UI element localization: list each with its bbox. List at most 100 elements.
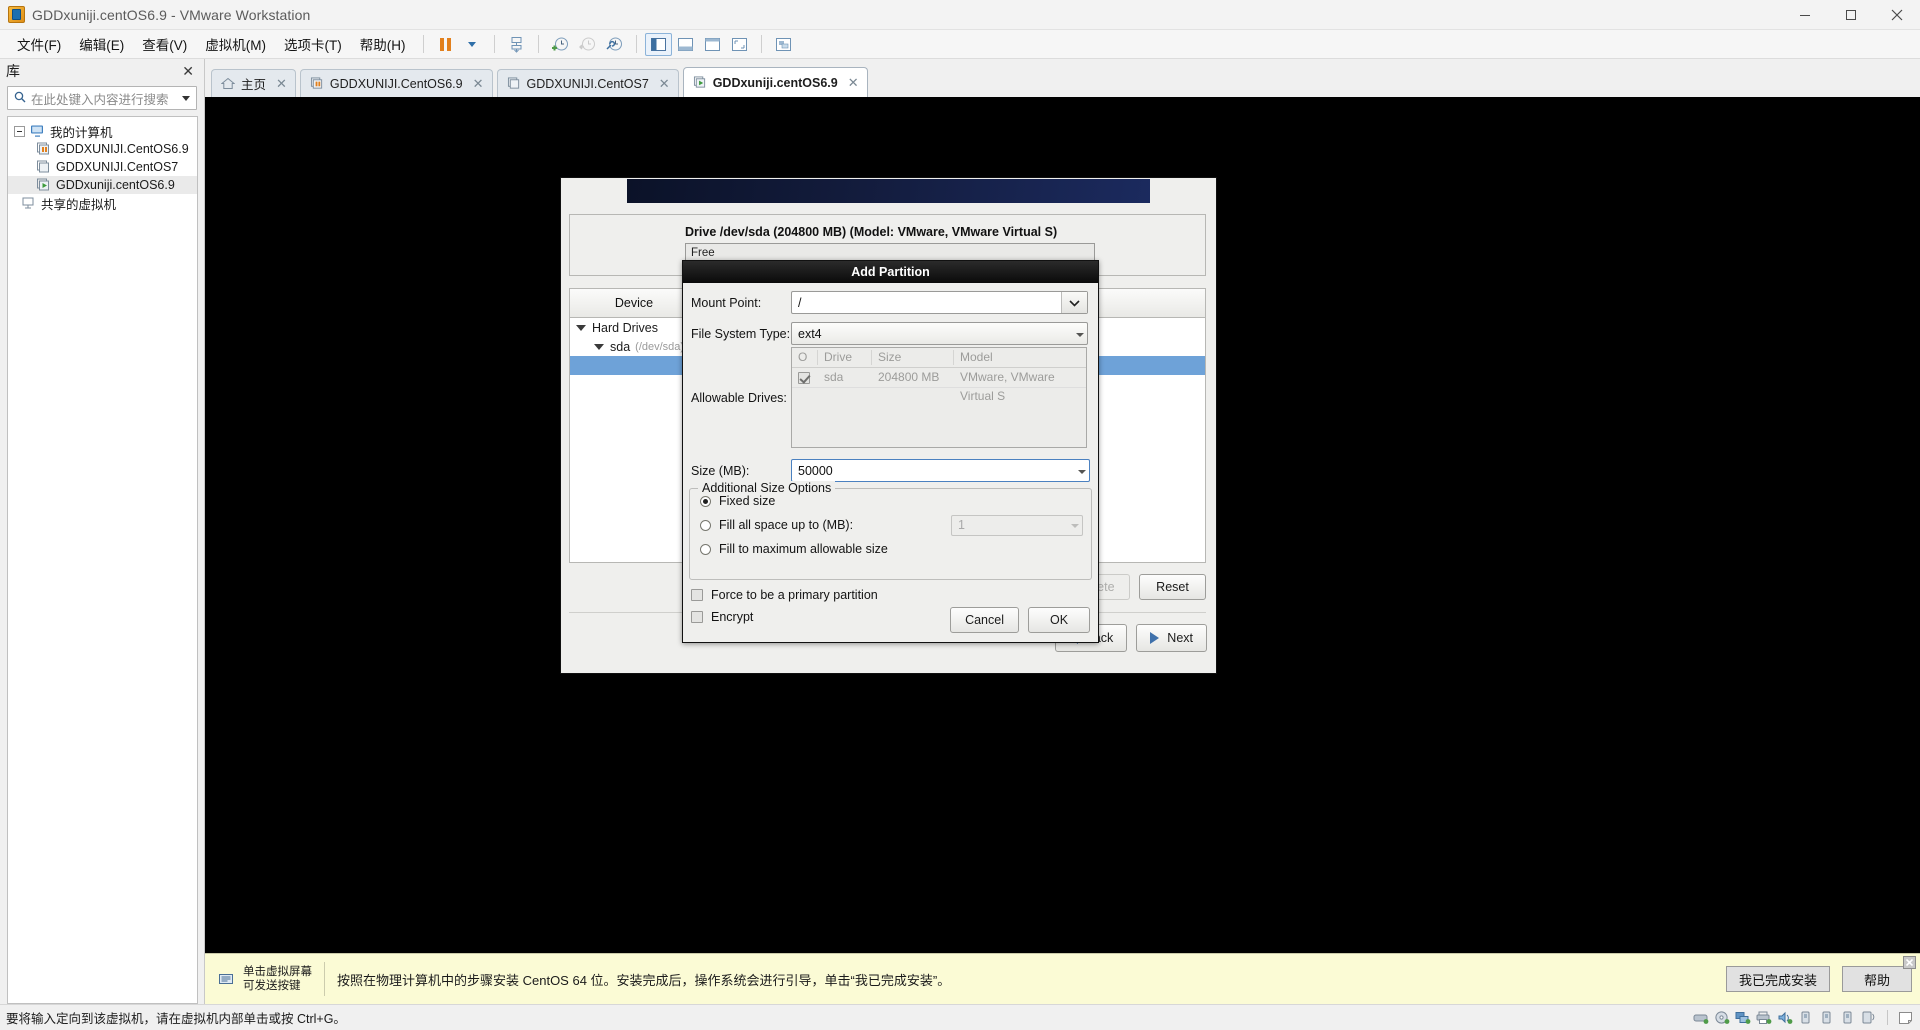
chevron-down-icon[interactable]	[576, 324, 586, 331]
search-box[interactable]: 在此处键入内容进行搜索	[7, 86, 197, 110]
file-system-type-value: ext4	[798, 326, 822, 341]
checkbox-encrypt[interactable]: Encrypt	[691, 610, 753, 624]
tab-gddxuniji-centos69-running[interactable]: GDDxuniji.centOS6.9 ✕	[682, 67, 868, 97]
menu-view[interactable]: 查看(V)	[133, 30, 196, 58]
chevron-down-icon[interactable]	[182, 95, 190, 101]
drive-checkbox[interactable]	[792, 368, 818, 387]
dialog-title: Add Partition	[683, 261, 1098, 283]
tab-label: GDDXUNIJI.CentOS7	[526, 76, 649, 91]
hint-bar: 单击虚拟屏幕 可发送按键 按照在物理计算机中的步骤安装 CentOS 64 位。…	[205, 953, 1920, 1004]
tree-item-my-computer[interactable]: 我的计算机	[8, 122, 197, 140]
usb-icon[interactable]	[1819, 1011, 1835, 1025]
chevron-down-icon[interactable]	[594, 343, 604, 350]
menu-tabs[interactable]: 选项卡(T)	[275, 30, 351, 58]
size-stepper[interactable]	[1075, 468, 1089, 474]
radio-label: Fixed size	[719, 494, 776, 508]
help-button[interactable]: 帮助	[1842, 966, 1912, 992]
show-thumbnails-button[interactable]	[672, 33, 699, 55]
size-row: Size (MB): 50000	[691, 459, 1090, 482]
printer-icon[interactable]	[1756, 1011, 1772, 1025]
hard-disk-icon[interactable]	[1693, 1011, 1709, 1025]
revert-snapshot-button[interactable]	[574, 33, 601, 55]
menu-vm[interactable]: 虚拟机(M)	[196, 30, 275, 58]
home-icon	[220, 77, 236, 90]
manage-snapshots-button[interactable]	[601, 33, 628, 55]
note-icon[interactable]	[1898, 1011, 1914, 1025]
column-header-model: Model	[960, 350, 993, 364]
radio-label: Fill to maximum allowable size	[719, 542, 888, 556]
tree-item-label: 共享的虚拟机	[41, 197, 117, 212]
drive-model: VMware, VMware Virtual S	[960, 370, 1055, 403]
stepper-down-icon[interactable]	[1078, 469, 1086, 474]
show-library-button[interactable]	[644, 32, 672, 56]
tree-item-gddxuniji-centos69-suspended[interactable]: GDDXUNIJI.CentOS6.9	[8, 140, 197, 158]
chevron-down-icon	[468, 41, 476, 47]
cd-dvd-icon[interactable]	[1714, 1010, 1730, 1025]
allowable-drives-table[interactable]: O Drive Size Model sda 204800 MB VMware,…	[791, 347, 1087, 448]
size-input[interactable]: 50000	[791, 459, 1090, 482]
minimize-button[interactable]	[1782, 0, 1828, 29]
usb-icon[interactable]	[1798, 1011, 1814, 1025]
mount-point-input[interactable]: /	[792, 296, 1061, 310]
size-value[interactable]: 50000	[792, 464, 1075, 478]
next-button[interactable]: Next	[1136, 624, 1207, 652]
close-button[interactable]	[1874, 0, 1920, 29]
pause-button[interactable]	[432, 33, 459, 55]
vm-console-screen[interactable]: Drive /dev/sda (204800 MB) (Model: VMwar…	[205, 97, 1920, 953]
checkbox-icon[interactable]	[691, 611, 703, 623]
mount-point-combobox[interactable]: /	[791, 291, 1088, 314]
tab-gddxuniji-centos69-suspended[interactable]: GDDXUNIJI.CentOS6.9 ✕	[299, 69, 493, 97]
radio-fill-to-maximum[interactable]: Fill to maximum allowable size	[690, 537, 1091, 561]
file-system-type-select[interactable]: ext4	[791, 322, 1088, 345]
tab-close-icon[interactable]: ✕	[276, 76, 287, 92]
mount-point-row: Mount Point: /	[691, 291, 1088, 314]
library-tree: 我的计算机 GDDXUNIJI.CentOS6.9 GDDXUNIJI.Cent…	[7, 116, 198, 985]
take-snapshot-button[interactable]	[547, 33, 574, 55]
tab-home[interactable]: 主页 ✕	[211, 69, 296, 97]
tab-label: GDDXUNIJI.CentOS6.9	[329, 76, 463, 91]
tab-close-icon[interactable]: ✕	[473, 76, 484, 92]
fullscreen-button[interactable]	[726, 33, 753, 55]
network-icon[interactable]	[1735, 1011, 1751, 1025]
chevron-updown-icon[interactable]	[1073, 331, 1087, 337]
tree-item-gddxuniji-centos7[interactable]: GDDXUNIJI.CentOS7	[8, 158, 197, 176]
tab-close-icon[interactable]: ✕	[848, 75, 859, 91]
menu-help[interactable]: 帮助(H)	[351, 30, 415, 58]
unity-button[interactable]	[770, 33, 797, 55]
collapse-toggle-icon[interactable]	[14, 125, 25, 137]
device-row-label: Hard Drives	[592, 320, 658, 335]
menu-file[interactable]: 文件(F)	[8, 30, 70, 58]
reset-button[interactable]: Reset	[1139, 574, 1206, 600]
ok-button[interactable]: OK	[1028, 607, 1090, 633]
tree-item-gddxuniji-centos69-running[interactable]: GDDxuniji.centOS6.9	[8, 176, 197, 194]
radio-icon	[700, 543, 711, 555]
panel-left-icon	[650, 37, 666, 51]
checkbox-icon[interactable]	[691, 589, 703, 601]
chevron-down-icon[interactable]	[1061, 292, 1087, 313]
content-area: 主页 ✕ GDDXUNIJI.CentOS6.9 ✕ GDDXUNIJI.Cen…	[205, 59, 1920, 1004]
snapshot-manager-button[interactable]	[503, 33, 530, 55]
tab-close-icon[interactable]: ✕	[659, 76, 670, 92]
display-icon[interactable]	[1861, 1011, 1877, 1025]
finished-install-button[interactable]: 我已完成安装	[1725, 966, 1830, 992]
cancel-button[interactable]: Cancel	[950, 607, 1019, 633]
installer-banner	[627, 179, 1150, 203]
clock-plus-icon	[552, 37, 568, 50]
column-header-select: O	[792, 350, 818, 365]
usb-icon[interactable]	[1840, 1011, 1856, 1025]
checkbox-force-primary[interactable]: Force to be a primary partition	[691, 588, 878, 602]
power-dropdown-button[interactable]	[459, 33, 486, 55]
maximize-button[interactable]	[1828, 0, 1874, 29]
table-row[interactable]: sda 204800 MB VMware, VMware Virtual S	[792, 368, 1086, 403]
tab-gddxuniji-centos7[interactable]: GDDXUNIJI.CentOS7 ✕	[496, 69, 679, 97]
search-input[interactable]: 在此处键入内容进行搜索	[31, 89, 182, 108]
radio-fill-all-space[interactable]: Fill all space up to (MB): 1	[690, 513, 1091, 537]
menu-edit[interactable]: 编辑(E)	[70, 30, 133, 58]
console-view-button[interactable]	[699, 33, 726, 55]
sound-icon[interactable]	[1777, 1011, 1793, 1025]
dialog-body: Mount Point: / File System Type: ext4 Al…	[683, 283, 1098, 641]
library-close-button[interactable]: ✕	[178, 64, 198, 78]
tree-item-shared-vms[interactable]: 共享的虚拟机	[8, 194, 197, 212]
search-icon	[14, 91, 26, 106]
hint-close-button[interactable]	[1903, 956, 1916, 969]
